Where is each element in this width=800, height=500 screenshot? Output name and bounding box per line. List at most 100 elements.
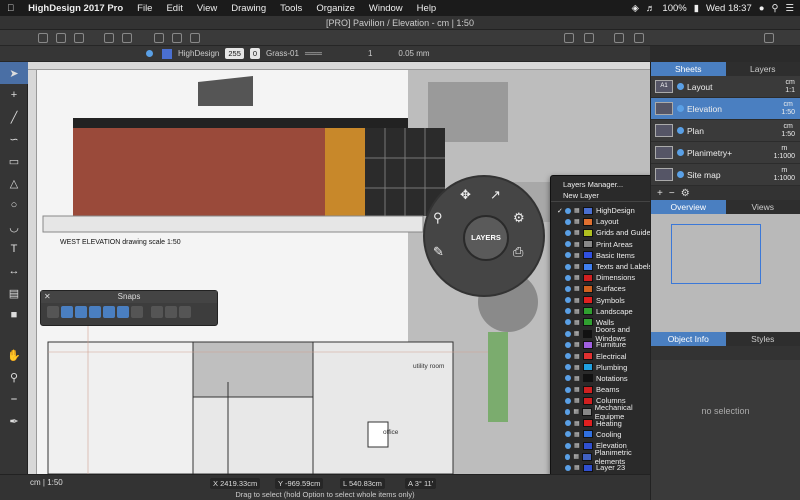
print-icon[interactable]	[614, 33, 624, 43]
visibility-icon[interactable]	[565, 431, 571, 438]
symbol-tool-icon[interactable]: ■	[0, 304, 28, 326]
layer-item[interactable]: ▦ Grids and Guides	[551, 227, 661, 238]
layer-item[interactable]: ▦ Landscape	[551, 306, 661, 317]
remove-sheet-icon[interactable]: −	[669, 188, 675, 199]
zoom-icon[interactable]: ⚲	[433, 210, 443, 226]
gear-icon[interactable]: ⚙	[681, 188, 690, 199]
overview-viewport[interactable]	[671, 224, 761, 284]
lock-icon[interactable]: ▦	[574, 263, 580, 270]
menu-tools[interactable]: Tools	[273, 3, 309, 14]
lock-icon[interactable]: ▦	[573, 453, 579, 460]
pen-field[interactable]: 255	[225, 48, 244, 59]
menu-organize[interactable]: Organize	[309, 3, 362, 14]
visibility-icon[interactable]	[565, 353, 571, 360]
layer-name[interactable]: HighDesign	[178, 49, 219, 58]
freehand-tool-icon[interactable]: ∽	[0, 128, 28, 150]
zoom-out-icon[interactable]	[584, 33, 594, 43]
layer-item[interactable]: ▦ Plumbing	[551, 362, 661, 373]
visibility-icon[interactable]	[565, 207, 571, 214]
hatch-name[interactable]: Grass-01	[266, 49, 299, 58]
visibility-icon[interactable]	[565, 252, 571, 259]
battery-label[interactable]: 100%	[662, 3, 686, 14]
lock-icon[interactable]: ▦	[574, 229, 580, 236]
visibility-icon[interactable]	[565, 241, 571, 248]
lock-icon[interactable]: ▦	[574, 319, 580, 326]
snap-object-button[interactable]	[131, 306, 143, 318]
open-icon[interactable]	[56, 33, 66, 43]
eyedropper-tool-icon[interactable]: ✒	[0, 410, 28, 432]
wrench-icon[interactable]: ⚙	[513, 210, 525, 226]
layer-item[interactable]: ▦ Texts and Labels	[551, 261, 661, 272]
lock-icon[interactable]: ▦	[574, 375, 580, 382]
visibility-icon[interactable]	[565, 218, 571, 225]
visibility-icon[interactable]	[565, 442, 571, 449]
zoom-tool-icon[interactable]: ⚲	[0, 366, 28, 388]
visibility-icon[interactable]	[565, 341, 571, 348]
snap-grid-button[interactable]	[47, 306, 59, 318]
layer-item[interactable]: ▦ Layout	[551, 216, 661, 227]
snap-center-button[interactable]	[103, 306, 115, 318]
visibility-icon[interactable]	[564, 330, 571, 337]
line-weight-field[interactable]: 0.05 mm	[398, 49, 429, 58]
snap-angle-button[interactable]	[179, 306, 191, 318]
arrow-icon[interactable]: ↗	[490, 187, 501, 203]
snap-intersection-button[interactable]	[89, 306, 101, 318]
tab-sheets[interactable]: Sheets	[651, 62, 726, 76]
select-tool-icon[interactable]: ➤	[0, 62, 28, 84]
wifi-icon[interactable]: ◈	[632, 3, 639, 14]
snap-nearest-button[interactable]	[117, 306, 129, 318]
lock-icon[interactable]: ▦	[574, 464, 580, 471]
layer-item[interactable]: ▦ Mechanical Equipme	[551, 403, 661, 421]
move-icon[interactable]: ✥	[460, 187, 471, 203]
apple-icon[interactable]: 	[0, 3, 21, 14]
point-tool-icon[interactable]: +	[0, 84, 28, 106]
rectangle-tool-icon[interactable]: ▭	[0, 150, 28, 172]
pan-tool-icon[interactable]: ✋	[0, 344, 28, 366]
menu-window[interactable]: Window	[362, 3, 410, 14]
layer-item[interactable]: ▦ Cooling	[551, 429, 661, 440]
lock-icon[interactable]: ▦	[574, 341, 580, 348]
redo-icon[interactable]	[122, 33, 132, 43]
line-tool-icon[interactable]: ╱	[0, 106, 28, 128]
sheet-item[interactable]: Site map m 1:1000	[651, 164, 800, 186]
lock-icon[interactable]: ▦	[574, 241, 580, 248]
layer-color-swatch[interactable]	[162, 48, 172, 59]
visibility-icon[interactable]	[565, 397, 571, 404]
tab-views[interactable]: Views	[726, 200, 800, 214]
circle-tool-icon[interactable]: ○	[0, 194, 28, 216]
copy-icon[interactable]	[172, 33, 182, 43]
polygon-tool-icon[interactable]: △	[0, 172, 28, 194]
lock-icon[interactable]: ▦	[574, 252, 580, 259]
visibility-icon[interactable]	[565, 364, 571, 371]
search-icon[interactable]: ⚲	[772, 3, 779, 14]
text-tool-icon[interactable]: T	[0, 238, 28, 260]
visibility-icon[interactable]	[565, 319, 571, 326]
tab-overview[interactable]: Overview	[651, 200, 726, 214]
save-icon[interactable]	[74, 33, 84, 43]
menu-list-icon[interactable]: ☰	[785, 3, 794, 14]
new-icon[interactable]	[38, 33, 48, 43]
lock-icon[interactable]: ▦	[574, 420, 580, 427]
add-sheet-icon[interactable]: +	[657, 188, 663, 199]
sheet-item[interactable]: A1 Layout cm 1:1	[651, 76, 800, 98]
panel-toggle-icon[interactable]	[764, 33, 774, 43]
arc-tool-icon[interactable]: ◡	[0, 216, 28, 238]
layer-item[interactable]: ▦ Electrical	[551, 350, 661, 361]
layer-item[interactable]: ▦ Basic Items	[551, 250, 661, 261]
sheet-item[interactable]: Plan cm 1:50	[651, 120, 800, 142]
lock-icon[interactable]: ▦	[574, 207, 580, 214]
menu-edit[interactable]: Edit	[159, 3, 189, 14]
layer-item[interactable]: ▦ Notations	[551, 373, 661, 384]
close-icon[interactable]: ✕	[44, 292, 51, 301]
share-icon[interactable]	[634, 33, 644, 43]
zoom-in-icon[interactable]	[564, 33, 574, 43]
visibility-icon[interactable]	[565, 308, 571, 315]
layer-item[interactable]: ▦ Beams	[551, 384, 661, 395]
layer-item[interactable]: ▦ Doors and Windows	[551, 325, 661, 343]
lock-icon[interactable]: ▦	[574, 218, 580, 225]
layer-item[interactable]: ▦ Print Areas	[551, 239, 661, 250]
visibility-icon[interactable]	[565, 464, 571, 471]
visibility-icon[interactable]	[565, 263, 571, 270]
visibility-icon[interactable]	[565, 297, 571, 304]
lock-icon[interactable]: ▦	[573, 408, 579, 415]
